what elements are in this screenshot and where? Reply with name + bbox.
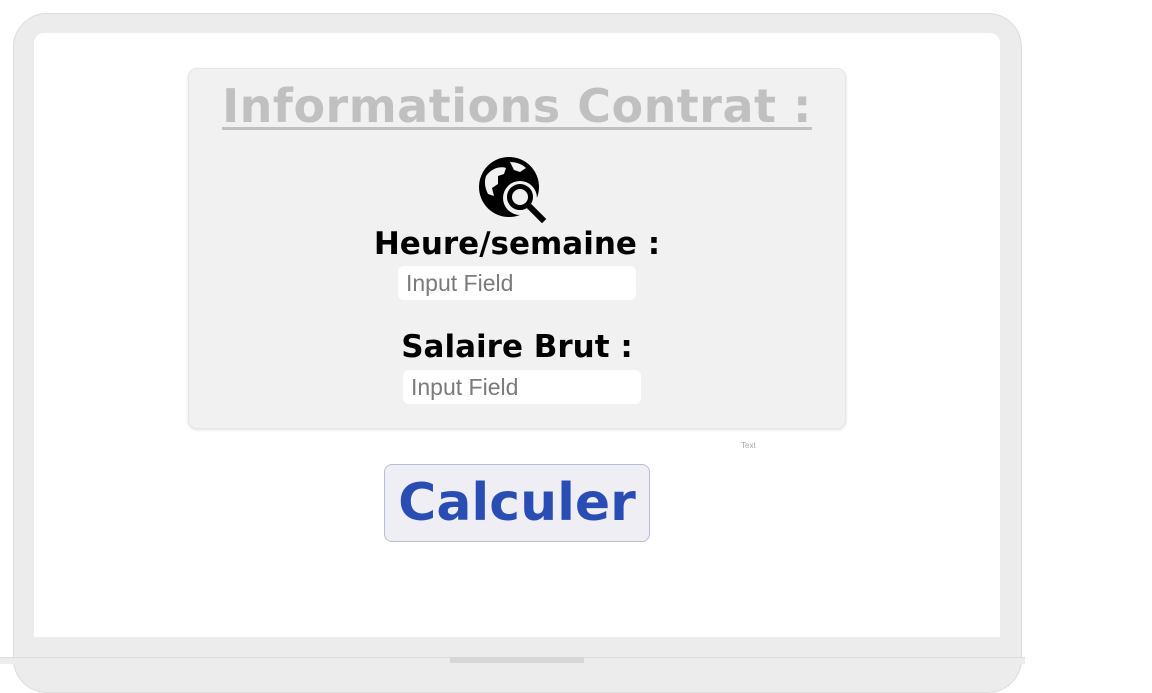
gross-salary-input[interactable]: [403, 370, 641, 404]
hours-per-week-label: Heure/semaine :: [373, 226, 661, 262]
travel-explore-icon: [476, 154, 548, 224]
card-title: Informations Contrat :: [222, 79, 812, 133]
calculate-button[interactable]: Calculer: [384, 464, 650, 542]
hours-per-week-input[interactable]: [398, 266, 636, 300]
device-stand: [450, 657, 584, 663]
gross-salary-label: Salaire Brut :: [401, 329, 633, 365]
placeholder-text-label: Text: [741, 441, 756, 450]
contract-info-card: Informations Contrat : Heure/semaine : S…: [188, 68, 846, 429]
